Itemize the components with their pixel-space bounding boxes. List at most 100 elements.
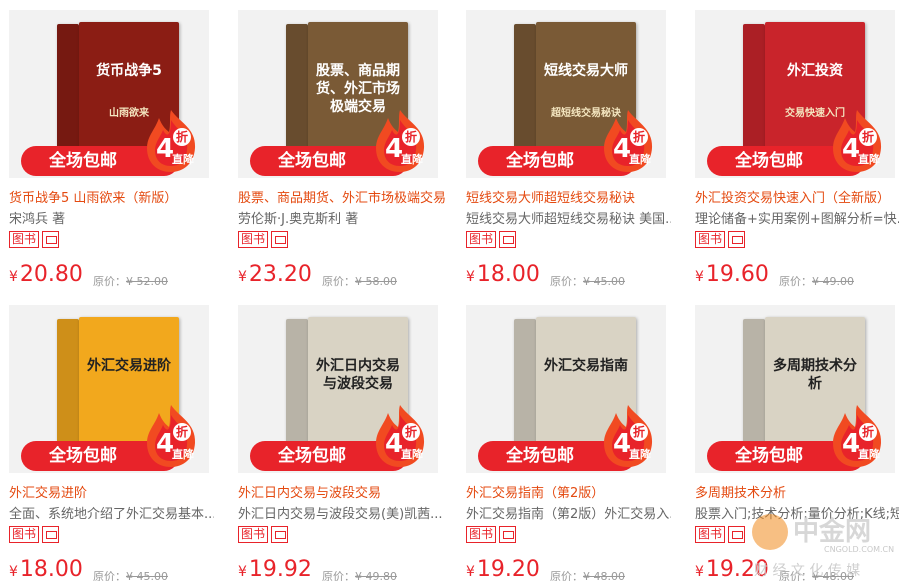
original-price-label: 原价： <box>550 275 583 288</box>
product-card[interactable]: 外汇投资 交易快速入门 全场包邮 4 折 直降 外汇投资交易快速入门（全新版） … <box>695 10 899 295</box>
original-price: 原价：¥ 45.00 <box>93 568 168 581</box>
original-price: 原价：¥ 49.00 <box>779 273 854 289</box>
ebook-icon <box>271 526 289 543</box>
product-tags: 图书 <box>9 526 60 543</box>
original-price-value: ¥ 58.00 <box>355 275 397 288</box>
product-card[interactable]: 货币战争5 山雨欲来 全场包邮 4 折 直降 货币战争5 山雨欲来（新版） 宋鸿… <box>9 10 209 295</box>
product-name[interactable]: 多周期技术分析 <box>695 482 899 501</box>
product-tags: 图书 <box>466 231 517 248</box>
product-card[interactable]: 股票、商品期货、外汇市场极端交易 全场包邮 4 折 直降 股票、商品期货、外汇市… <box>238 10 446 295</box>
original-price-value: ¥ 45.00 <box>583 275 625 288</box>
product-subtitle: 短线交易大师超短线交易秘诀 美国... <box>466 212 671 227</box>
watermark-logo-icon <box>752 514 788 550</box>
original-price-label: 原价： <box>779 275 812 288</box>
product-name[interactable]: 短线交易大师超短线交易秘诀 <box>466 187 681 206</box>
product-tags: 图书 <box>695 526 746 543</box>
product-price: ¥20.80 <box>9 262 83 287</box>
discount-zhe: 折 <box>173 423 191 441</box>
book-spine <box>514 319 536 459</box>
book-spine <box>57 24 79 164</box>
price-value: 19.60 <box>705 262 769 287</box>
discount-zhe: 折 <box>173 128 191 146</box>
ebook-icon <box>499 231 517 248</box>
product-subtitle: 理论储备+实用案例+图解分析=快... <box>695 212 899 227</box>
currency-symbol: ¥ <box>466 269 475 285</box>
discount-tag: 直降 <box>629 153 651 166</box>
price-value: 18.00 <box>476 262 540 287</box>
original-price-label: 原价： <box>322 570 355 581</box>
book-spine <box>286 319 308 459</box>
watermark-name: 中金网 <box>793 516 871 547</box>
currency-symbol: ¥ <box>695 269 704 285</box>
price-value: 19.92 <box>248 557 312 581</box>
product-card[interactable]: 外汇交易进阶 全场包邮 4 折 直降 外汇交易进阶 全面、系统地介绍了外汇交易基… <box>9 305 214 581</box>
discount-zhe: 折 <box>402 128 420 146</box>
original-price-value: ¥ 49.00 <box>812 275 854 288</box>
product-price: ¥19.60 <box>695 262 769 287</box>
discount-tag: 直降 <box>629 448 651 461</box>
discount-zhe: 折 <box>630 423 648 441</box>
original-price-label: 原价： <box>93 275 126 288</box>
book-title: 短线交易大师 <box>544 63 628 79</box>
book-spine <box>514 24 536 164</box>
currency-symbol: ¥ <box>9 564 18 580</box>
original-price-label: 原价： <box>322 275 355 288</box>
book-title: 外汇日内交易与波段交易 <box>316 358 400 392</box>
price-value: 18.00 <box>19 557 83 581</box>
book-tag: 图书 <box>466 231 497 248</box>
original-price-value: ¥ 48.00 <box>583 570 625 581</box>
product-card[interactable]: 短线交易大师 超短线交易秘诀 全场包邮 4 折 直降 短线交易大师超短线交易秘诀… <box>466 10 671 295</box>
currency-symbol: ¥ <box>695 564 704 580</box>
product-price: ¥19.92 <box>238 557 312 581</box>
book-tag: 图书 <box>466 526 497 543</box>
book-title: 货币战争5 <box>96 63 162 79</box>
product-card[interactable]: 外汇日内交易与波段交易 全场包邮 4 折 直降 外汇日内交易与波段交易 外汇日内… <box>238 305 443 581</box>
book-tag: 图书 <box>238 231 269 248</box>
book-tag: 图书 <box>9 231 40 248</box>
original-price-value: ¥ 52.00 <box>126 275 168 288</box>
discount-zhe: 折 <box>859 423 877 441</box>
price-value: 23.20 <box>248 262 312 287</box>
product-name[interactable]: 外汇交易进阶 <box>9 482 224 501</box>
original-price-value: ¥ 49.80 <box>355 570 397 581</box>
product-name[interactable]: 外汇日内交易与波段交易 <box>238 482 453 501</box>
book-tag: 图书 <box>695 231 726 248</box>
ebook-icon <box>271 231 289 248</box>
book-title: 外汇交易进阶 <box>87 358 171 374</box>
original-price: 原价：¥ 52.00 <box>93 273 168 289</box>
book-spine <box>57 319 79 459</box>
ebook-icon <box>728 526 746 543</box>
book-spine <box>286 24 308 164</box>
discount-tag: 直降 <box>172 448 194 461</box>
product-price: ¥19.20 <box>466 557 540 581</box>
ebook-icon <box>42 231 60 248</box>
original-price: 原价：¥ 49.80 <box>322 568 397 581</box>
original-price-value: ¥ 45.00 <box>126 570 168 581</box>
product-name[interactable]: 股票、商品期货、外汇市场极端交易 <box>238 187 453 206</box>
book-title: 多周期技术分析 <box>773 358 857 392</box>
discount-tag: 直降 <box>401 448 423 461</box>
product-subtitle: 外汇交易指南（第2版）外汇交易入... <box>466 507 671 522</box>
book-tag: 图书 <box>695 526 726 543</box>
product-tags: 图书 <box>238 231 289 248</box>
book-title: 外汇投资 <box>787 63 843 79</box>
product-tags: 图书 <box>695 231 746 248</box>
ebook-icon <box>42 526 60 543</box>
watermark-slogan: 财 经 文 化 传 媒 <box>754 563 860 579</box>
product-name[interactable]: 外汇投资交易快速入门（全新版） <box>695 187 899 206</box>
book-spine <box>743 319 765 459</box>
product-grid: 货币战争5 山雨欲来 全场包邮 4 折 直降 货币战争5 山雨欲来（新版） 宋鸿… <box>0 0 899 581</box>
book-tag: 图书 <box>238 526 269 543</box>
product-price: ¥18.00 <box>9 557 83 581</box>
product-name[interactable]: 货币战争5 山雨欲来（新版） <box>9 187 224 206</box>
currency-symbol: ¥ <box>238 269 247 285</box>
price-value: 19.20 <box>476 557 540 581</box>
product-card[interactable]: 外汇交易指南 全场包邮 4 折 直降 外汇交易指南（第2版） 外汇交易指南（第2… <box>466 305 671 581</box>
watermark-domain: CNGOLD.COM.CN <box>824 545 894 554</box>
product-price: ¥18.00 <box>466 262 540 287</box>
product-subtitle: 外汇日内交易与波段交易(美)凯茜... <box>238 507 443 522</box>
discount-tag: 直降 <box>401 153 423 166</box>
product-subtitle: 全面、系统地介绍了外汇交易基本... <box>9 507 214 522</box>
product-name[interactable]: 外汇交易指南（第2版） <box>466 482 681 501</box>
discount-zhe: 折 <box>402 423 420 441</box>
